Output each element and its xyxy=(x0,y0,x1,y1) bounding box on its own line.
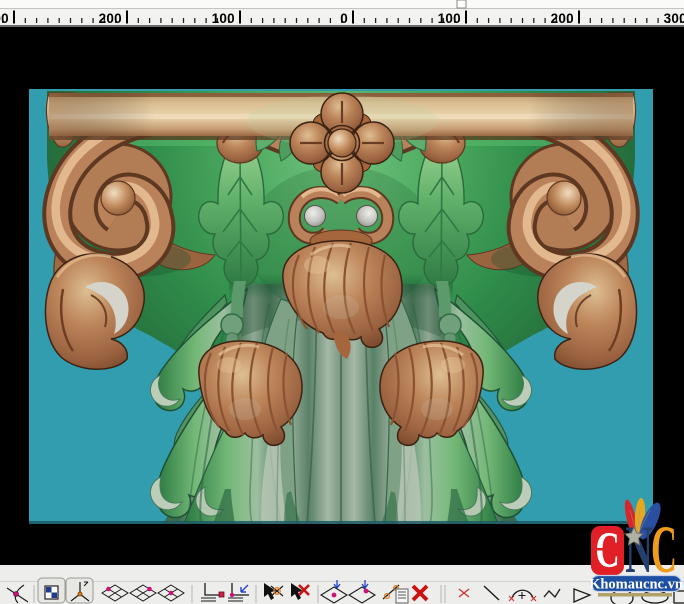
svg-text:200: 200 xyxy=(551,11,574,26)
svg-text:100: 100 xyxy=(438,11,461,26)
svg-text:300: 300 xyxy=(664,11,684,26)
svg-text:300: 300 xyxy=(0,11,9,26)
svg-text:0: 0 xyxy=(340,11,348,26)
svg-text:Khomaucnc.vn: Khomaucnc.vn xyxy=(589,577,683,593)
svg-text:C: C xyxy=(595,523,619,578)
svg-text:200: 200 xyxy=(99,11,122,26)
svg-text:100: 100 xyxy=(212,11,235,26)
